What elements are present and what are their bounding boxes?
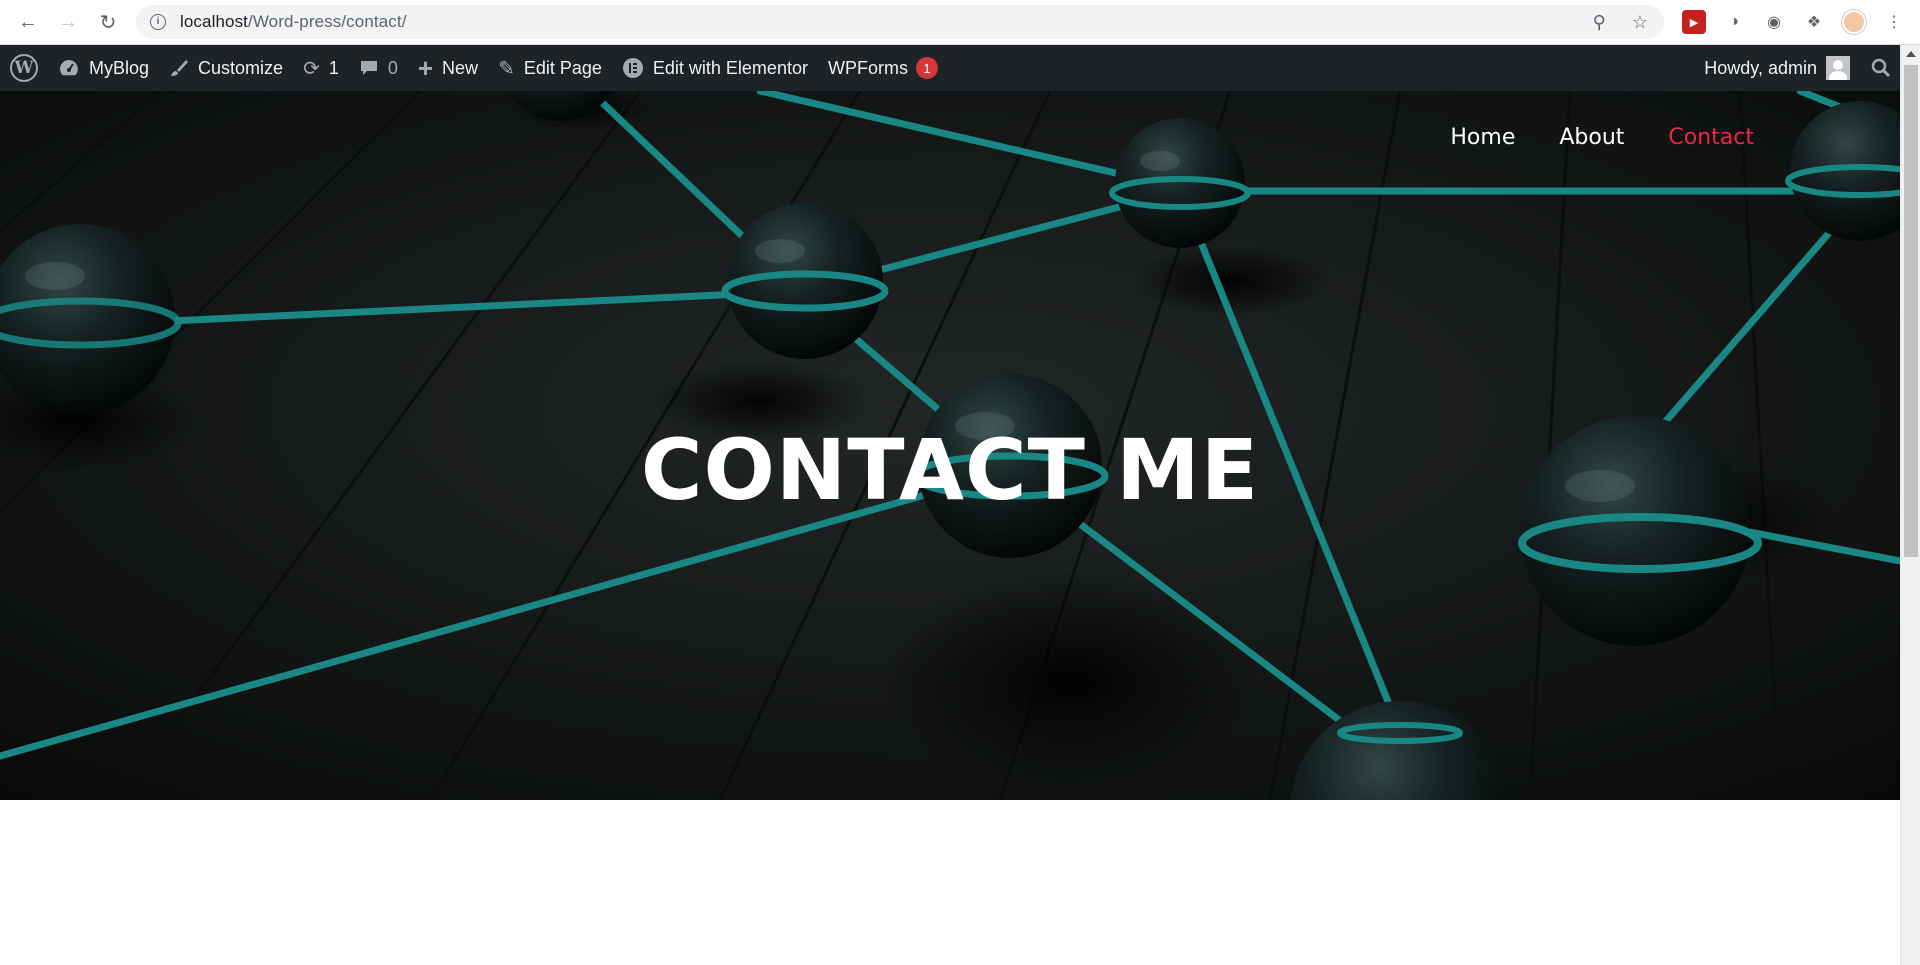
edit-page-link[interactable]: ✎ Edit Page	[488, 45, 612, 91]
site-info-icon[interactable]: i	[150, 14, 166, 30]
scrollbar-thumb[interactable]	[1904, 65, 1918, 557]
back-icon[interactable]: ←	[8, 2, 48, 42]
profile-avatar-icon[interactable]	[1842, 10, 1866, 34]
url-text: localhost/Word-press/contact/	[180, 12, 407, 32]
updates-link[interactable]: ⟳ 1	[293, 45, 349, 91]
plus-icon: +	[417, 52, 434, 83]
primary-navigation: Home About Contact	[1450, 125, 1754, 150]
camera-icon[interactable]: ◉	[1762, 10, 1786, 34]
hero-section: Home About Contact CONTACT ME	[0, 91, 1900, 800]
customize-link[interactable]: Customize	[159, 45, 293, 91]
updates-refresh-icon: ⟳	[303, 57, 320, 80]
address-bar[interactable]: i localhost/Word-press/contact/ ⚲ ☆	[136, 5, 1664, 39]
comments-count: 0	[387, 57, 398, 78]
howdy-label: Howdy, admin	[1704, 57, 1817, 78]
new-content-menu[interactable]: + New	[408, 45, 488, 91]
extensions-puzzle-icon[interactable]: ❖	[1802, 10, 1826, 34]
wp-admin-bar: W MyBlog Customize ⟳ 1 0 + New ✎ Edit Pa…	[0, 45, 1900, 91]
edit-elementor-label: Edit with Elementor	[652, 57, 808, 78]
pencil-icon: ✎	[498, 57, 515, 80]
comments-link[interactable]: 0	[349, 45, 408, 91]
zoom-icon[interactable]: ⚲	[1593, 12, 1606, 33]
url-host: localhost	[180, 12, 248, 31]
page-scrollbar[interactable]	[1900, 45, 1920, 965]
dashboard-icon	[58, 58, 80, 78]
wpforms-notification-badge: 1	[915, 57, 938, 79]
admin-search[interactable]	[1860, 45, 1900, 91]
search-icon	[1870, 57, 1892, 79]
updates-count: 1	[328, 57, 339, 78]
wordpress-logo-icon: W	[10, 54, 38, 82]
new-label: New	[442, 57, 479, 78]
browser-toolbar: ← → ↻ i localhost/Word-press/contact/ ⚲ …	[0, 0, 1920, 45]
admin-avatar	[1826, 56, 1850, 80]
nav-home[interactable]: Home	[1450, 125, 1515, 150]
menu-kebab-icon[interactable]: ⋮	[1882, 10, 1906, 34]
elementor-icon	[622, 57, 644, 79]
nav-contact[interactable]: Contact	[1668, 125, 1754, 150]
page-title: CONTACT ME	[640, 421, 1260, 519]
customize-label: Customize	[198, 57, 284, 78]
url-path: /Word-press/contact/	[248, 12, 407, 31]
bookmark-star-icon[interactable]: ☆	[1632, 12, 1648, 33]
comment-bubble-icon	[359, 59, 379, 77]
edit-page-label: Edit Page	[523, 57, 602, 78]
wpforms-label: WPForms	[827, 57, 908, 78]
scroll-up-arrow-icon[interactable]	[1906, 51, 1916, 57]
extension-circle-icon[interactable]: ◑	[1722, 10, 1746, 34]
site-name-label: MyBlog	[89, 57, 150, 78]
wp-logo-menu[interactable]: W	[0, 45, 48, 91]
my-account-menu[interactable]: Howdy, admin	[1694, 45, 1860, 91]
nav-about[interactable]: About	[1559, 125, 1624, 150]
paintbrush-icon	[169, 58, 189, 78]
wpforms-menu[interactable]: WPForms 1	[818, 45, 948, 91]
forward-icon[interactable]: →	[48, 2, 88, 42]
extension-red-icon[interactable]: ▶	[1682, 10, 1706, 34]
edit-elementor-link[interactable]: Edit with Elementor	[612, 45, 818, 91]
site-name-menu[interactable]: MyBlog	[48, 45, 159, 91]
reload-icon[interactable]: ↻	[88, 2, 128, 42]
